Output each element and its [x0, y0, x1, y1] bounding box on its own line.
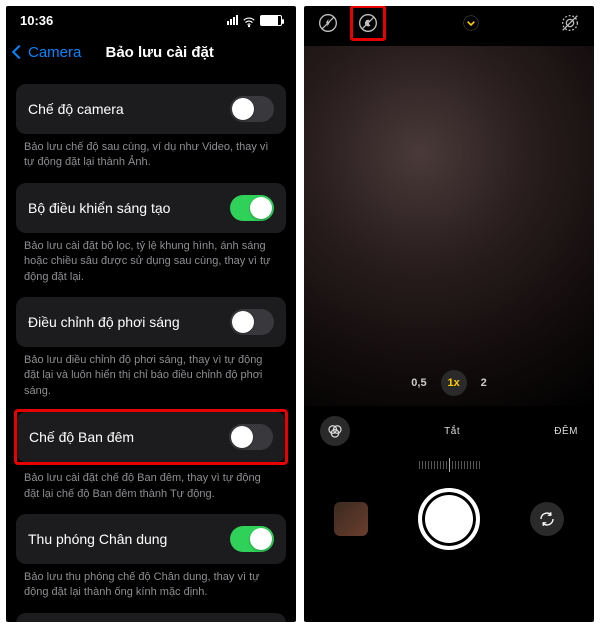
setting-portrait-zoom[interactable]: Thu phóng Chân dung: [16, 514, 286, 564]
setting-night-mode[interactable]: Chế độ Ban đêm: [17, 412, 285, 462]
exposure-ruler[interactable]: [314, 454, 584, 476]
cellular-icon: [227, 15, 238, 25]
camera-viewfinder[interactable]: 0,5 1x 2: [304, 46, 594, 406]
setting-desc: Bảo lưu thu phóng chế độ Chân dung, thay…: [6, 564, 296, 601]
chevron-down-icon[interactable]: [457, 9, 485, 37]
settings-screen: 10:36 Camera Bảo lưu cài đặt Chế độ came…: [6, 6, 296, 622]
last-photo-thumbnail[interactable]: [334, 502, 368, 536]
status-bar: 10:36: [6, 6, 296, 34]
toggle[interactable]: [230, 96, 274, 122]
setting-label: Chế độ Ban đêm: [29, 429, 134, 445]
setting-live-photo[interactable]: Live Photo: [16, 613, 286, 622]
zoom-selector[interactable]: 0,5 1x 2: [304, 370, 594, 396]
toggle[interactable]: [230, 195, 274, 221]
toggle[interactable]: [230, 526, 274, 552]
camera-bottom-bar: [314, 482, 584, 550]
page-title: Bảo lưu cài đặt: [31, 44, 288, 61]
flash-off-icon[interactable]: [314, 9, 342, 37]
chevron-left-icon: [12, 45, 26, 59]
filters-icon[interactable]: [320, 416, 350, 446]
zoom-option[interactable]: 0,5: [411, 370, 426, 396]
setting-desc: Bảo lưu chế độ sau cùng, ví dụ như Video…: [6, 134, 296, 171]
mode-label-night: ĐÊM: [554, 426, 578, 437]
highlight-night-mode-icon: [350, 6, 386, 41]
setting-camera-mode[interactable]: Chế độ camera: [16, 84, 286, 134]
toggle[interactable]: [230, 309, 274, 335]
settings-list: Chế độ camera Bảo lưu chế độ sau cùng, v…: [6, 70, 296, 622]
nav-header: Camera Bảo lưu cài đặt: [6, 34, 296, 70]
status-indicators: [227, 15, 282, 26]
status-time: 10:36: [20, 13, 53, 28]
zoom-option-active[interactable]: 1x: [441, 370, 467, 396]
setting-desc: Bảo lưu điều chỉnh độ phơi sáng, thay vì…: [6, 347, 296, 399]
camera-screen: 0,5 1x 2 Tắt ĐÊM: [304, 6, 594, 622]
battery-icon: [260, 15, 282, 26]
filter-row: Tắt ĐÊM: [314, 412, 584, 450]
setting-exposure[interactable]: Điều chỉnh độ phơi sáng: [16, 297, 286, 347]
camera-controls: Tắt ĐÊM: [304, 406, 594, 550]
mode-label-off: Tắt: [444, 426, 460, 437]
wifi-icon: [242, 15, 256, 25]
setting-label: Chế độ camera: [28, 101, 124, 117]
setting-label: Điều chỉnh độ phơi sáng: [28, 314, 180, 330]
live-photo-off-icon[interactable]: [556, 9, 584, 37]
shutter-button[interactable]: [418, 488, 480, 550]
highlight-night-mode: Chế độ Ban đêm: [14, 409, 288, 465]
setting-label: Thu phóng Chân dung: [28, 531, 167, 547]
zoom-option[interactable]: 2: [481, 370, 487, 396]
toggle[interactable]: [229, 424, 273, 450]
setting-creative-controls[interactable]: Bộ điều khiển sáng tạo: [16, 183, 286, 233]
camera-top-bar: [304, 6, 594, 40]
setting-label: Bộ điều khiển sáng tạo: [28, 200, 170, 216]
night-mode-off-icon[interactable]: [354, 9, 382, 37]
setting-desc: Bảo lưu cài đặt bộ lọc, tỷ lệ khung hình…: [6, 233, 296, 285]
setting-desc: Bảo lưu cài đặt chế độ Ban đêm, thay vì …: [6, 465, 296, 502]
flip-camera-button[interactable]: [530, 502, 564, 536]
